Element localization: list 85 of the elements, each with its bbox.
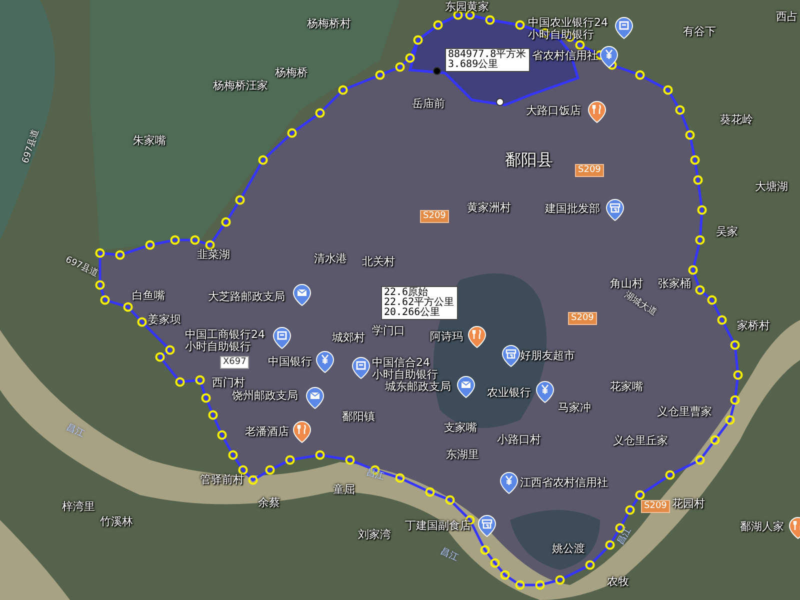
poi-label: 大路口饭店 (526, 105, 581, 117)
route-badge: S209 (568, 312, 597, 325)
poi-label: 老潘酒店 (245, 426, 289, 438)
place-label: 清水港 (314, 252, 347, 265)
place-label: 姚公渡 (552, 542, 585, 555)
poi-label: 建国批发部 (545, 203, 600, 215)
route-badge: S209 (641, 500, 670, 513)
poi-label: 鄱湖人家 (740, 521, 784, 533)
measurement-popup: 884977.8平方米 3.689公里 (445, 48, 530, 72)
place-label: 张家桶 (658, 277, 691, 290)
place-label: 鄱阳县 (505, 151, 553, 169)
road-label: 697县道 (20, 128, 42, 165)
river-label: 昌江 (616, 526, 634, 548)
measurement-popup: 22.6原始 22.62平方公里 20.266公里 (381, 286, 458, 320)
place-label: 姜家坝 (148, 313, 181, 326)
place-label: 农牧 (607, 575, 629, 588)
river-label: 昌江 (438, 546, 460, 564)
place-label: 家桥村 (737, 319, 770, 332)
building-pin-icon[interactable] (615, 17, 633, 39)
place-label: 余蔡 (258, 496, 280, 509)
poi-label: 大芝路邮政支局 (208, 291, 285, 303)
place-label: 白鱼嘴 (132, 289, 165, 302)
place-label: 黄家洲村 (467, 201, 511, 214)
place-label: 义仓里曹家 (657, 405, 712, 418)
shop-pin-icon[interactable] (606, 199, 624, 221)
place-label: 东湖里 (446, 448, 479, 461)
place-label: 东园黄家 (445, 0, 489, 13)
envelope-pin-icon[interactable] (293, 284, 311, 306)
place-label: 小路口村 (497, 433, 541, 446)
fork-knife-pin-icon[interactable] (588, 101, 606, 123)
shop-pin-icon[interactable] (502, 345, 520, 367)
place-label: 城郊村 (332, 331, 365, 344)
fork-knife-pin-icon[interactable] (468, 326, 486, 348)
place-label: 岳庙前 (412, 97, 445, 110)
place-label: 杨梅桥村 (307, 17, 351, 30)
place-label: 刘家湾 (358, 528, 391, 541)
poi-label: 中国工商银行24 小时自助银行 (185, 329, 265, 353)
poi-label: 农业银行 (487, 387, 531, 399)
place-label: 竹溪林 (100, 515, 133, 528)
poi-label: 丁建国副食店 (405, 520, 471, 532)
place-label: 韭菜湖 (197, 248, 230, 261)
yuan-pin-icon[interactable] (536, 381, 554, 403)
road-label: 湖城大道 (622, 290, 658, 319)
place-label: 有谷下 (683, 25, 716, 38)
poi-label: 江西省农村信用社 (520, 477, 608, 489)
route-badge: S209 (420, 210, 449, 223)
road-label: 697县道 (63, 255, 100, 280)
place-label: 朱家嘴 (133, 134, 166, 147)
place-label: 角山村 (610, 277, 643, 290)
yuan-pin-icon[interactable] (316, 351, 334, 373)
place-label: 梓湾里 (62, 500, 95, 513)
fork-knife-pin-icon[interactable] (293, 421, 311, 443)
poi-label: 城东邮政支局 (385, 381, 451, 393)
place-label: 花园村 (672, 497, 705, 510)
building-pin-icon[interactable] (273, 327, 291, 349)
yuan-pin-icon[interactable] (600, 46, 618, 68)
poi-label: 中国银行 (268, 356, 312, 368)
place-label: 北关村 (362, 255, 395, 268)
place-label: 管驿前村 (200, 473, 244, 486)
place-label: 大塘湖 (755, 180, 788, 193)
building-pin-icon[interactable] (352, 357, 370, 379)
place-label: 杨梅桥汪家 (213, 79, 268, 92)
poi-label: 中国信合24 小时自助银行 (372, 357, 438, 381)
place-label: 鄱阳镇 (342, 410, 375, 423)
poi-label: 饶州邮政支局 (232, 390, 298, 402)
route-badge: X697 (220, 356, 250, 369)
envelope-pin-icon[interactable] (306, 387, 324, 409)
poi-label: 阿诗玛 (430, 331, 463, 343)
place-label: 马家冲 (558, 401, 591, 414)
shop-pin-icon[interactable] (478, 515, 496, 537)
place-label: 义仓里丘家 (613, 434, 668, 447)
river-label: 昌江 (64, 422, 86, 440)
poi-label: 好朋友超市 (520, 350, 575, 362)
place-label: 葵花岭 (720, 113, 753, 126)
place-label: 吴家 (716, 225, 738, 238)
place-label: 支家嘴 (444, 421, 477, 434)
place-label: 西门村 (212, 376, 245, 389)
place-label: 学门口 (372, 324, 405, 337)
river-label: 昌江 (364, 468, 386, 484)
place-label: 杨梅桥 (275, 66, 308, 79)
yuan-pin-icon[interactable] (500, 472, 518, 494)
place-label: 花家嘴 (610, 380, 643, 393)
place-label: 西占 (776, 10, 798, 23)
envelope-pin-icon[interactable] (457, 376, 475, 398)
route-badge: S209 (575, 164, 604, 177)
